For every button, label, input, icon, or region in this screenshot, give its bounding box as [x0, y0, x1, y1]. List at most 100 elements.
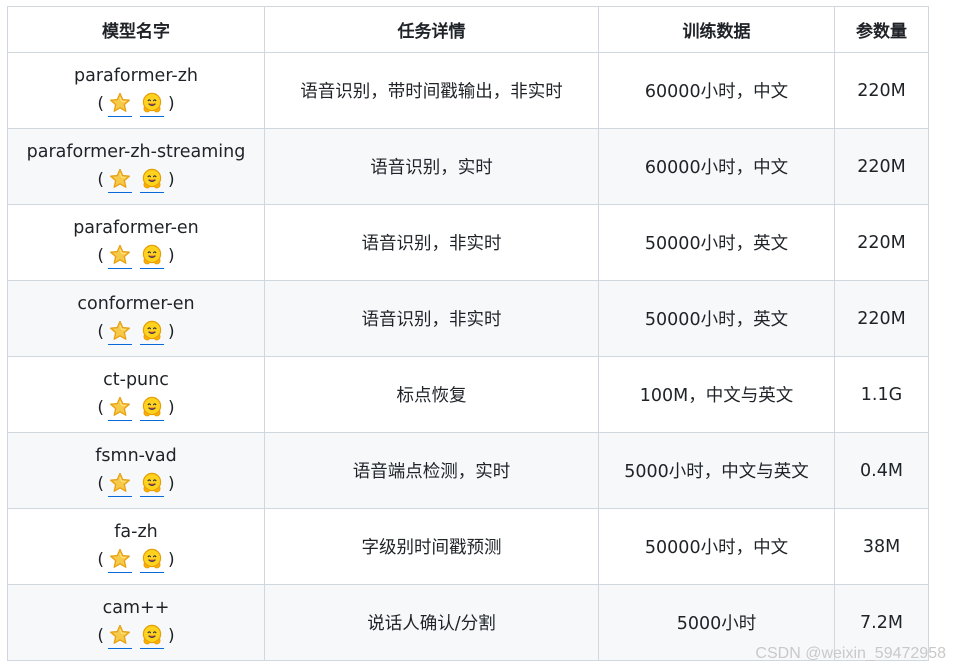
training-data-text: 60000小时，中文: [644, 158, 789, 178]
close-paren: ): [168, 169, 175, 190]
task-text: 语音识别，带时间戳输出，非实时: [300, 82, 563, 102]
close-paren: ): [168, 93, 175, 114]
model-name-cell: cam++ (): [7, 584, 265, 661]
hugging-face-icon[interactable]: [140, 243, 164, 269]
model-name-cell: paraformer-zh-streaming (): [7, 128, 265, 205]
star-icon[interactable]: [108, 547, 132, 573]
training-data-text: 60000小时，中文: [644, 82, 789, 102]
model-name: fa-zh: [114, 521, 158, 542]
model-table: 模型名字 任务详情 训练数据 参数量 paraformer-zh () 语音识别，带…: [7, 6, 929, 661]
table-row: fsmn-vad () 语音端点检测，实时 5000小时，中文与英文 0.4M: [7, 432, 929, 509]
task-text: 语音端点检测，实时: [352, 462, 511, 482]
model-name: fsmn-vad: [95, 445, 177, 466]
param-count-text: 220M: [857, 80, 906, 101]
training-data-cell: 50000小时，英文: [598, 204, 835, 281]
training-data-text: 5000小时: [676, 614, 757, 634]
close-paren: ): [168, 549, 175, 570]
task-text: 说话人确认/分割: [367, 614, 496, 634]
star-icon[interactable]: [108, 623, 132, 649]
model-links: (): [12, 622, 260, 650]
task-cell: 语音端点检测，实时: [264, 432, 599, 509]
table-body: paraformer-zh () 语音识别，带时间戳输出，非实时 60000小时，中文…: [7, 52, 929, 661]
star-icon[interactable]: [108, 471, 132, 497]
task-text: 标点恢复: [396, 386, 467, 406]
hugging-face-icon[interactable]: [140, 167, 164, 193]
table-row: paraformer-zh-streaming () 语音识别，实时 60000小时，…: [7, 128, 929, 205]
training-data-cell: 50000小时，英文: [598, 280, 835, 357]
open-paren: (: [97, 397, 104, 418]
task-cell: 字级别时间戳预测: [264, 508, 599, 585]
header-training-data: 训练数据: [598, 6, 835, 53]
star-icon[interactable]: [108, 319, 132, 345]
model-name: paraformer-en: [73, 217, 199, 238]
task-cell: 说话人确认/分割: [264, 584, 599, 661]
table-header: 模型名字 任务详情 训练数据 参数量: [7, 6, 929, 53]
open-paren: (: [97, 549, 104, 570]
open-paren: (: [97, 245, 104, 266]
star-icon[interactable]: [108, 395, 132, 421]
close-paren: ): [168, 625, 175, 646]
model-links: (): [12, 470, 260, 498]
model-name: paraformer-zh: [74, 65, 198, 86]
star-icon[interactable]: [108, 243, 132, 269]
table-row: ct-punc () 标点恢复 100M，中文与英文 1.1G: [7, 356, 929, 433]
param-count-cell: 220M: [834, 128, 929, 205]
model-name: cam++: [102, 597, 170, 618]
param-count-cell: 0.4M: [834, 432, 929, 509]
param-count-text: 220M: [857, 308, 906, 329]
param-count-cell: 220M: [834, 52, 929, 129]
model-name-cell: paraformer-zh (): [7, 52, 265, 129]
task-cell: 语音识别，实时: [264, 128, 599, 205]
hugging-face-icon[interactable]: [140, 319, 164, 345]
param-count-cell: 38M: [834, 508, 929, 585]
table-row: paraformer-zh () 语音识别，带时间戳输出，非实时 60000小时，中文…: [7, 52, 929, 129]
open-paren: (: [97, 169, 104, 190]
header-model-name: 模型名字: [7, 6, 265, 53]
param-count-cell: 1.1G: [834, 356, 929, 433]
hugging-face-icon[interactable]: [140, 547, 164, 573]
param-count-text: 220M: [857, 156, 906, 177]
model-name-cell: conformer-en (): [7, 280, 265, 357]
training-data-cell: 60000小时，中文: [598, 52, 835, 129]
hugging-face-icon[interactable]: [140, 471, 164, 497]
table-row: fa-zh () 字级别时间戳预测 50000小时，中文 38M: [7, 508, 929, 585]
task-text: 字级别时间戳预测: [361, 538, 502, 558]
model-name-cell: fa-zh (): [7, 508, 265, 585]
model-name-cell: fsmn-vad (): [7, 432, 265, 509]
training-data-cell: 50000小时，中文: [598, 508, 835, 585]
model-name-cell: paraformer-en (): [7, 204, 265, 281]
close-paren: ): [168, 321, 175, 342]
hugging-face-icon[interactable]: [140, 623, 164, 649]
task-cell: 语音识别，非实时: [264, 204, 599, 281]
open-paren: (: [97, 321, 104, 342]
training-data-text: 100M，中文与英文: [639, 386, 794, 406]
close-paren: ): [168, 473, 175, 494]
param-count-text: 220M: [857, 232, 906, 253]
model-links: (): [12, 546, 260, 574]
param-count-cell: 220M: [834, 204, 929, 281]
model-links: (): [12, 318, 260, 346]
training-data-text: 50000小时，英文: [644, 234, 789, 254]
task-text: 语音识别，实时: [370, 158, 493, 178]
header-param-count: 参数量: [834, 6, 929, 53]
model-links: (): [12, 90, 260, 118]
task-text: 语音识别，非实时: [361, 310, 502, 330]
watermark: CSDN @weixin_59472958: [755, 645, 946, 662]
training-data-cell: 5000小时，中文与英文: [598, 432, 835, 509]
param-count-text: 38M: [862, 536, 901, 557]
table-row: paraformer-en () 语音识别，非实时 50000小时，英文 220M: [7, 204, 929, 281]
close-paren: ): [168, 397, 175, 418]
model-name: conformer-en: [77, 293, 195, 314]
table-row: conformer-en () 语音识别，非实时 50000小时，英文 220M: [7, 280, 929, 357]
star-icon[interactable]: [108, 91, 132, 117]
task-cell: 语音识别，非实时: [264, 280, 599, 357]
hugging-face-icon[interactable]: [140, 91, 164, 117]
model-links: (): [12, 166, 260, 194]
open-paren: (: [97, 625, 104, 646]
close-paren: ): [168, 245, 175, 266]
model-name-cell: ct-punc (): [7, 356, 265, 433]
hugging-face-icon[interactable]: [140, 395, 164, 421]
task-cell: 语音识别，带时间戳输出，非实时: [264, 52, 599, 129]
task-text: 语音识别，非实时: [361, 234, 502, 254]
star-icon[interactable]: [108, 167, 132, 193]
